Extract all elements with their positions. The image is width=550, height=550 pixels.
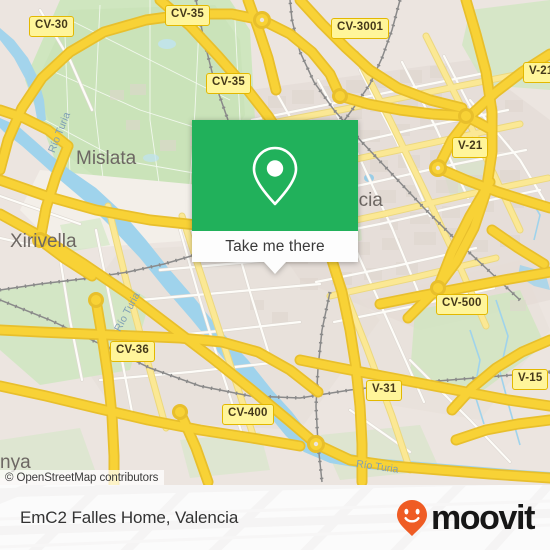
popup-header: [192, 120, 358, 231]
road-shield-cv-30: CV-30: [29, 16, 74, 37]
place-label-mislata: Mislata: [76, 148, 137, 169]
road-shield-cv-400: CV-400: [222, 404, 274, 425]
place-label-xirivella: Xirivella: [10, 231, 77, 252]
destination-popup-card[interactable]: Take me there: [192, 120, 358, 274]
road-shield-v-21-ne: V-21: [523, 62, 550, 83]
take-me-there-label: Take me there: [225, 237, 325, 255]
popup-tail: [264, 262, 286, 274]
moovit-brand[interactable]: moovit: [396, 485, 535, 550]
road-shield-v-31: V-31: [366, 380, 403, 401]
road-shield-v-21-e: V-21: [452, 137, 489, 158]
map-canvas[interactable]: .urban { fill:#e8e1db; } .urban2 { fill:…: [0, 0, 550, 485]
road-shield-cv-35-n: CV-35: [165, 5, 210, 26]
road-shield-cv-35-s: CV-35: [206, 73, 251, 94]
road-shield-cv-500: CV-500: [436, 294, 488, 315]
road-shield-cv-3001: CV-3001: [331, 18, 390, 39]
screenshot-root: .urban { fill:#e8e1db; } .urban2 { fill:…: [0, 0, 550, 550]
osm-attribution[interactable]: © OpenStreetMap contributors: [0, 470, 165, 485]
moovit-wordmark: moovit: [430, 498, 535, 537]
road-shield-v-15: V-15: [512, 369, 549, 390]
popup-action-bar[interactable]: Take me there: [192, 231, 358, 262]
road-shield-cv-36: CV-36: [110, 341, 155, 362]
map-pin-icon: [252, 146, 298, 205]
location-title: EmC2 Falles Home, Valencia: [20, 507, 239, 527]
bottom-info-bar: EmC2 Falles Home, Valencia moovit: [0, 485, 550, 550]
moovit-smiley-pin-icon: [396, 499, 427, 536]
